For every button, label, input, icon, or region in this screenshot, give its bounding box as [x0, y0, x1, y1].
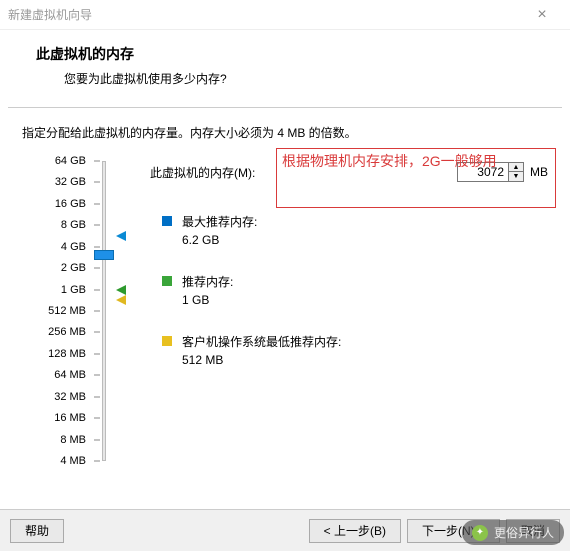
instruction-text: 指定分配给此虚拟机的内存量。内存大小必须为 4 MB 的倍数。 — [22, 124, 548, 141]
slider-tick — [94, 182, 100, 183]
min-memory-label: 客户机操作系统最低推荐内存: — [182, 335, 341, 349]
slider-tick — [94, 246, 100, 247]
slider-tick — [94, 353, 100, 354]
square-icon-yellow — [162, 336, 172, 346]
slider-tick-label: 16 GB — [55, 198, 86, 210]
slider-tick-label: 4 MB — [60, 455, 86, 467]
square-icon-green — [162, 276, 172, 286]
slider-tick — [94, 268, 100, 269]
slider-tick-label: 4 GB — [61, 241, 86, 253]
memory-unit: MB — [530, 165, 548, 179]
slider-tick — [94, 311, 100, 312]
slider-tick — [94, 289, 100, 290]
slider-track — [102, 161, 106, 461]
slider-tick-label: 32 MB — [54, 391, 86, 403]
page-title: 此虚拟机的内存 — [36, 44, 550, 64]
square-icon-blue — [162, 216, 172, 226]
spinner-up-button[interactable]: ▲ — [509, 163, 523, 172]
page-header: 此虚拟机的内存 您要为此虚拟机使用多少内存? — [0, 30, 570, 107]
slider-tick-label: 32 GB — [55, 176, 86, 188]
memory-spinner[interactable]: ▲ ▼ — [457, 162, 524, 182]
help-button[interactable]: 帮助 — [10, 519, 64, 543]
titlebar: 新建虚拟机向导 × — [0, 0, 570, 30]
slider-tick — [94, 396, 100, 397]
memory-input[interactable] — [458, 163, 508, 181]
slider-tick — [94, 203, 100, 204]
memory-label: 此虚拟机的内存(M): — [150, 164, 255, 181]
slider-tick-label: 64 GB — [55, 155, 86, 167]
slider-tick — [94, 439, 100, 440]
slider-tick — [94, 161, 100, 162]
slider-tick — [94, 461, 100, 462]
slider-tick-label: 128 MB — [48, 348, 86, 360]
slider-thumb[interactable] — [94, 250, 114, 260]
marker-max-icon — [116, 230, 128, 242]
max-memory-value: 6.2 GB — [182, 231, 257, 249]
window-title: 新建虚拟机向导 — [8, 6, 522, 23]
marker-min-icon — [116, 294, 128, 306]
slider-tick — [94, 375, 100, 376]
slider-tick-label: 16 MB — [54, 412, 86, 424]
slider-tick-label: 8 MB — [60, 434, 86, 446]
footer: 帮助 < 上一步(B) 下一步(N) > 取消 — [0, 509, 570, 551]
slider-tick-label: 512 MB — [48, 305, 86, 317]
slider-tick — [94, 225, 100, 226]
cancel-button[interactable]: 取消 — [506, 519, 560, 543]
spinner-down-button[interactable]: ▼ — [509, 172, 523, 181]
max-memory-label: 最大推荐内存: — [182, 215, 257, 229]
slider-tick-label: 8 GB — [61, 219, 86, 231]
next-button[interactable]: 下一步(N) > — [407, 519, 500, 543]
slider-tick-label: 1 GB — [61, 284, 86, 296]
slider-tick-label: 2 GB — [61, 262, 86, 274]
back-button[interactable]: < 上一步(B) — [309, 519, 401, 543]
rec-memory-label: 推荐内存: — [182, 275, 233, 289]
rec-memory-value: 1 GB — [182, 291, 233, 309]
slider-tick — [94, 418, 100, 419]
slider-tick-label: 256 MB — [48, 326, 86, 338]
slider-tick-label: 64 MB — [54, 369, 86, 381]
slider-tick — [94, 332, 100, 333]
memory-slider[interactable]: 64 GB32 GB16 GB8 GB4 GB2 GB1 GB512 MB256… — [22, 161, 130, 471]
page-subtitle: 您要为此虚拟机使用多少内存? — [36, 70, 550, 87]
min-memory-value: 512 MB — [182, 351, 341, 369]
close-icon[interactable]: × — [522, 6, 562, 24]
